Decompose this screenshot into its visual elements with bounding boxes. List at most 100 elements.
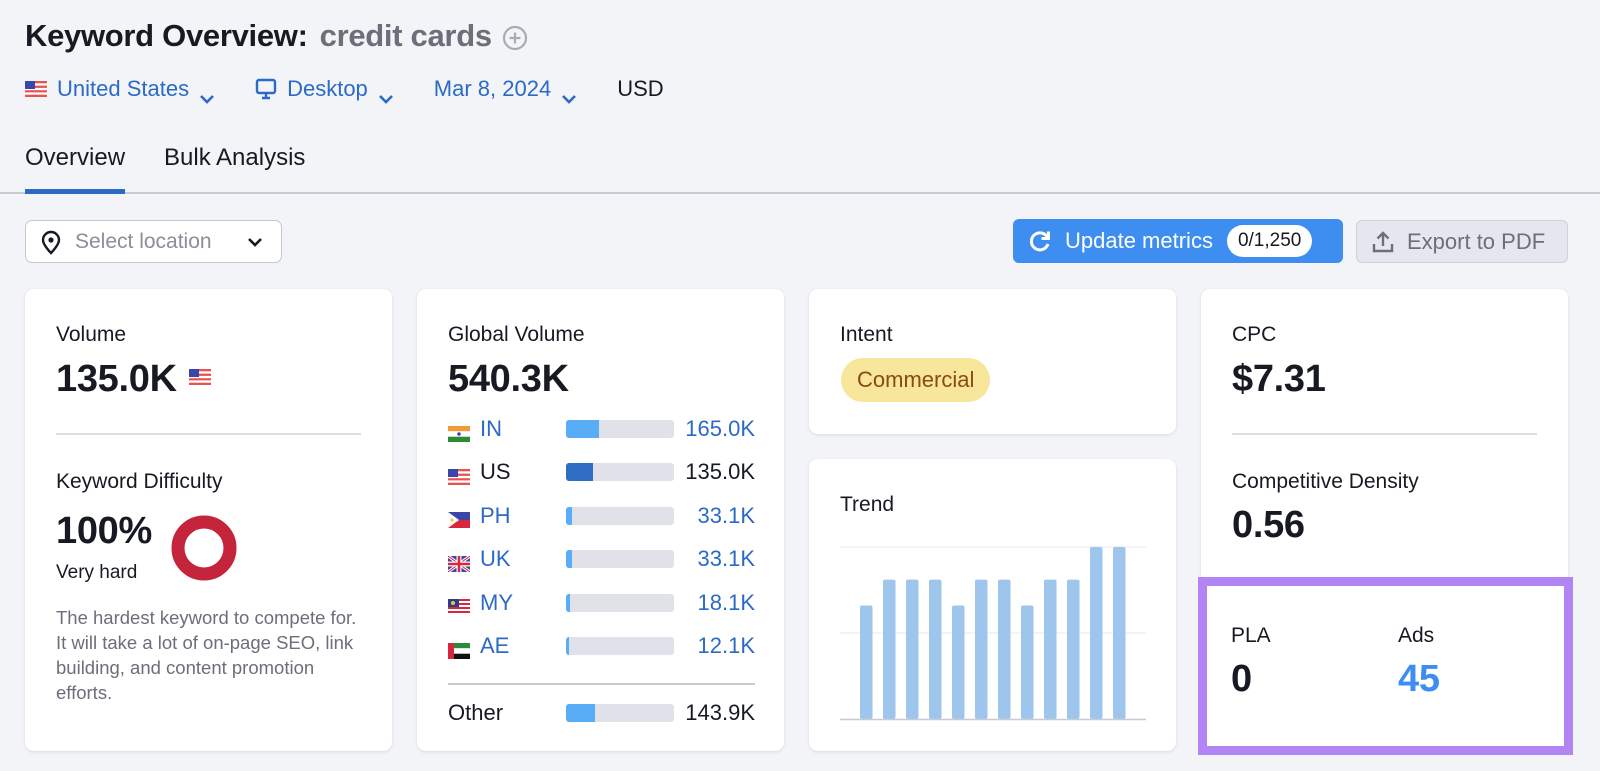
trend-bar[interactable] bbox=[883, 579, 896, 719]
trend-bar[interactable] bbox=[998, 579, 1011, 719]
trend-bar[interactable] bbox=[1021, 605, 1034, 719]
intent-badge: Commercial bbox=[841, 358, 991, 402]
gv-bar-fill bbox=[566, 420, 600, 438]
refresh-icon bbox=[1027, 228, 1053, 254]
filters-bar: United States Desktop Mar 8, 2024 USD bbox=[25, 72, 664, 106]
gv-country-code[interactable]: UK bbox=[480, 546, 525, 572]
trend-bar[interactable] bbox=[975, 579, 988, 719]
trend-bar[interactable] bbox=[1067, 579, 1080, 719]
competitive-density-value: 0.56 bbox=[1232, 504, 1305, 546]
page-title-label: Keyword Overview: bbox=[25, 18, 308, 53]
us-flag-icon bbox=[188, 369, 211, 390]
gv-bar-track bbox=[566, 506, 674, 525]
trend-bar[interactable] bbox=[1090, 547, 1103, 719]
kd-description: The hardest keyword to compete for. It w… bbox=[56, 607, 357, 703]
in-flag-icon bbox=[448, 422, 470, 442]
gv-other-label: Other bbox=[448, 700, 504, 725]
gv-row-us[interactable]: US 135.0K bbox=[448, 457, 755, 487]
trend-chart bbox=[840, 546, 1146, 721]
gv-bar-fill bbox=[566, 637, 570, 655]
us-flag-icon bbox=[25, 81, 47, 97]
gv-country-code[interactable]: MY bbox=[480, 590, 525, 616]
gv-row-ae[interactable]: AE 12.1K bbox=[448, 631, 755, 661]
country-filter[interactable]: United States bbox=[25, 76, 215, 104]
gv-row-my[interactable]: MY 18.1K bbox=[448, 588, 755, 618]
gv-bar-track bbox=[566, 463, 674, 482]
tab-bulk-analysis[interactable]: Bulk Analysis bbox=[164, 144, 305, 192]
cpc-value: $7.31 bbox=[1232, 358, 1326, 400]
pla-label: PLA bbox=[1231, 624, 1271, 647]
ae-flag-icon bbox=[448, 639, 470, 659]
gv-country-value[interactable]: 165.0K bbox=[685, 416, 755, 442]
trend-bar[interactable] bbox=[860, 605, 873, 719]
gv-bar-fill bbox=[566, 506, 573, 525]
ads-value[interactable]: 45 bbox=[1398, 658, 1440, 701]
volume-value: 135.0K bbox=[56, 358, 177, 400]
chevron-down-icon bbox=[199, 84, 215, 104]
cpc-label: CPC bbox=[1232, 323, 1277, 346]
gv-country-value[interactable]: 18.1K bbox=[698, 590, 756, 616]
us-flag-icon bbox=[448, 465, 470, 485]
volume-label: Volume bbox=[56, 323, 127, 346]
location-select[interactable]: Select location bbox=[25, 220, 282, 263]
gv-country-value[interactable]: 33.1K bbox=[698, 546, 756, 572]
desktop-icon bbox=[255, 78, 277, 100]
divider bbox=[56, 433, 361, 435]
gv-bar-fill bbox=[566, 463, 593, 482]
gv-country-code[interactable]: AE bbox=[480, 633, 525, 659]
trend-bar[interactable] bbox=[952, 605, 965, 719]
gv-country-value[interactable]: 135.0K bbox=[685, 459, 755, 485]
gv-bar-track bbox=[566, 550, 674, 569]
page-title: Keyword Overview: credit cards bbox=[25, 18, 528, 54]
date-filter-label: Mar 8, 2024 bbox=[433, 76, 552, 101]
gv-country-code[interactable]: US bbox=[480, 459, 525, 485]
gv-row-uk[interactable]: UK 33.1K bbox=[447, 544, 756, 574]
gv-bar-track bbox=[566, 593, 674, 612]
gv-other-bar-fill bbox=[566, 704, 596, 722]
trend-bar[interactable] bbox=[1113, 547, 1126, 719]
global-volume-label: Global Volume bbox=[448, 323, 585, 346]
competitive-density-label: Competitive Density bbox=[1232, 470, 1419, 493]
gv-country-value[interactable]: 33.1K bbox=[698, 503, 756, 529]
gv-country-value[interactable]: 12.1K bbox=[698, 633, 756, 659]
kd-level: Very hard bbox=[56, 562, 138, 583]
gv-row-in[interactable]: IN 165.0K bbox=[448, 414, 755, 444]
update-count-badge: 0/1,250 bbox=[1226, 225, 1313, 257]
date-filter[interactable]: Mar 8, 2024 bbox=[433, 76, 577, 104]
intent-card: Intent Commercial bbox=[809, 289, 1176, 434]
export-pdf-label: Export to PDF bbox=[1407, 228, 1546, 254]
kd-value: 100% bbox=[56, 510, 152, 552]
chevron-down-icon bbox=[247, 237, 263, 247]
tab-overview[interactable]: Overview bbox=[25, 144, 126, 194]
pla-value: 0 bbox=[1231, 658, 1252, 700]
intent-label: Intent bbox=[840, 323, 893, 346]
trend-card: Trend bbox=[809, 459, 1176, 751]
update-metrics-button[interactable]: Update metrics 0/1,250 bbox=[1013, 219, 1343, 263]
update-metrics-label: Update metrics bbox=[1065, 228, 1213, 253]
gv-bar-fill bbox=[566, 550, 573, 569]
trend-bar[interactable] bbox=[906, 579, 919, 719]
gv-country-code[interactable]: PH bbox=[480, 503, 525, 529]
kd-label: Keyword Difficulty bbox=[56, 470, 223, 493]
gv-country-code[interactable]: IN bbox=[480, 416, 525, 442]
kd-donut-arc bbox=[171, 515, 237, 581]
plus-circle-icon[interactable] bbox=[502, 23, 528, 51]
ph-flag-icon bbox=[448, 508, 470, 529]
serp-ads-highlight-box: PLA 0 Ads 45 bbox=[1198, 577, 1573, 755]
upload-icon bbox=[1371, 230, 1395, 254]
gv-other-bar-track bbox=[566, 704, 674, 722]
export-pdf-button[interactable]: Export to PDF bbox=[1356, 220, 1568, 263]
gv-row-ph[interactable]: PH 33.1K bbox=[448, 501, 755, 531]
chevron-down-icon bbox=[378, 84, 394, 104]
trend-label: Trend bbox=[840, 493, 895, 516]
device-filter[interactable]: Desktop bbox=[255, 76, 394, 104]
ads-label: Ads bbox=[1398, 624, 1435, 647]
gv-bar-track bbox=[566, 637, 674, 655]
gv-other-value: 143.9K bbox=[685, 700, 755, 725]
currency-label: USD bbox=[617, 76, 664, 101]
my-flag-icon bbox=[448, 595, 470, 616]
uk-flag-icon bbox=[447, 552, 471, 573]
divider bbox=[448, 683, 755, 685]
trend-bar[interactable] bbox=[1044, 579, 1057, 719]
trend-bar[interactable] bbox=[929, 579, 942, 719]
